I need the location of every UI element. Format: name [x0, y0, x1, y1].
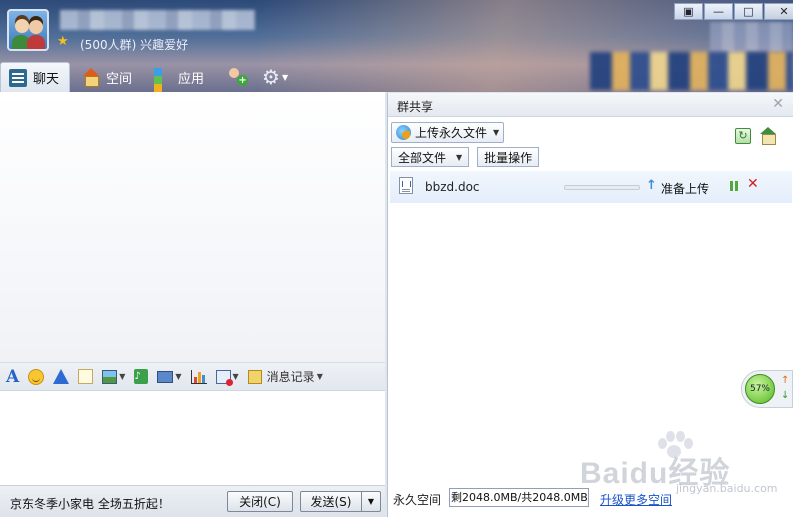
shake-icon[interactable] [53, 369, 70, 384]
close-window-button[interactable]: ✕ [764, 3, 793, 20]
file-status: 准备上传 [661, 182, 710, 196]
music-icon[interactable]: ♪ [134, 369, 149, 384]
word-doc-icon [399, 177, 413, 194]
send-options-button[interactable]: ▼ [361, 491, 381, 512]
chart-icon[interactable] [190, 369, 207, 384]
watermark: Baidu经验 jingyan.baidu.com [560, 430, 790, 500]
file-filter-select[interactable]: 全部文件 ▼ [391, 147, 470, 167]
message-display[interactable] [0, 92, 385, 362]
message-input[interactable] [0, 390, 385, 485]
ad-link[interactable]: 京东冬季小家电 全场五折起！ [10, 495, 170, 512]
note-icon[interactable] [78, 369, 94, 384]
chevron-down-icon[interactable]: ▼ [119, 372, 125, 381]
tab-chat[interactable]: 聊天 [0, 62, 71, 92]
home-icon [82, 68, 100, 87]
upload-arrow-icon: ↑ [781, 375, 790, 386]
chevron-down-icon[interactable]: ▼ [175, 372, 181, 381]
close-icon[interactable]: ✕ [772, 96, 784, 112]
font-icon[interactable]: A [6, 367, 19, 387]
screen-share-icon[interactable] [157, 370, 174, 383]
upload-progress [564, 185, 640, 190]
group-avatar[interactable] [7, 9, 49, 51]
star-icon: ★ [57, 34, 69, 49]
maximize-button[interactable]: □ [734, 3, 763, 20]
filter-row: 全部文件 ▼ 批量操作 [391, 147, 547, 169]
filter-value: 全部文件 [398, 150, 447, 165]
chat-footer: 京东冬季小家电 全场五折起！ 关闭(C) 发送(S) ▼ [0, 485, 385, 517]
chevron-down-icon[interactable]: ▼ [282, 73, 288, 82]
blurred-banner [590, 52, 793, 90]
pause-icon[interactable] [730, 181, 738, 191]
batch-label: 批量操作 [484, 150, 533, 165]
file-name: bbzd.doc [425, 180, 480, 194]
emoji-icon[interactable] [28, 368, 45, 385]
refresh-icon[interactable]: ↻ [735, 128, 751, 144]
history-button[interactable]: 消息记录 ▼ [247, 367, 323, 387]
upload-arrow-icon: ↑ [646, 178, 657, 193]
watermark-url: jingyan.baidu.com [676, 482, 778, 495]
chevron-down-icon[interactable]: ▼ [493, 128, 499, 137]
upload-globe-icon [396, 125, 411, 140]
chevron-down-icon[interactable]: ▼ [233, 372, 239, 381]
tab-label: 空间 [106, 71, 133, 87]
blurred-region [710, 22, 793, 52]
window-controls: ▣ — □ ✕ [674, 3, 793, 21]
tab-space[interactable]: 空间 [74, 62, 142, 92]
download-arrow-icon: ↓ [781, 390, 790, 401]
minimize-button[interactable]: — [704, 3, 733, 20]
list-item[interactable]: bbzd.doc ↑ 准备上传 ✕ [390, 171, 792, 203]
close-button[interactable]: 关闭(C) [227, 491, 293, 512]
group-name-redacted [60, 10, 255, 30]
title-bar: ★ (500人群) 兴趣爱好 ▣ — □ ✕ 聊天 空间 应用 ⚙ ▼ [0, 0, 793, 92]
tab-label: 应用 [178, 71, 205, 87]
upload-label: 上传永久文件 [415, 126, 488, 140]
history-icon [247, 369, 262, 384]
storage-label: 永久空间 [393, 493, 442, 507]
cancel-icon[interactable]: ✕ [747, 176, 759, 192]
upload-button[interactable]: 上传永久文件 ▼ [391, 122, 505, 143]
tab-apps[interactable]: 应用 [146, 62, 214, 92]
screenshot-icon[interactable] [215, 369, 233, 386]
input-toolbar: A ▼ ♪ ▼ ▼ 消息记录 ▼ [0, 362, 385, 390]
send-button[interactable]: 发送(S) [300, 491, 362, 512]
gear-icon[interactable]: ⚙ [262, 67, 280, 87]
tab-label: 聊天 [33, 72, 60, 87]
batch-operation-button[interactable]: 批量操作 [477, 147, 540, 167]
history-label: 消息记录 [266, 370, 315, 384]
panel-title: 群共享 [397, 100, 434, 114]
chevron-down-icon: ▼ [316, 372, 323, 381]
chat-icon [9, 68, 27, 87]
main-tabs: 聊天 空间 应用 ⚙ ▼ [0, 60, 288, 92]
group-subtitle: (500人群) 兴趣爱好 [80, 38, 189, 52]
image-icon[interactable] [102, 369, 118, 384]
panel-header: 群共享 ✕ [388, 93, 793, 117]
speed-percent: 57% [745, 374, 775, 404]
add-member-icon[interactable] [226, 67, 249, 87]
apps-icon [154, 68, 172, 92]
chevron-down-icon: ▼ [456, 152, 463, 162]
menu-button[interactable]: ▣ [674, 3, 703, 20]
home-icon[interactable] [760, 127, 777, 145]
network-speed-widget[interactable]: 57% ↑ ↓ [741, 370, 793, 408]
file-list: bbzd.doc ↑ 准备上传 ✕ [390, 171, 792, 203]
